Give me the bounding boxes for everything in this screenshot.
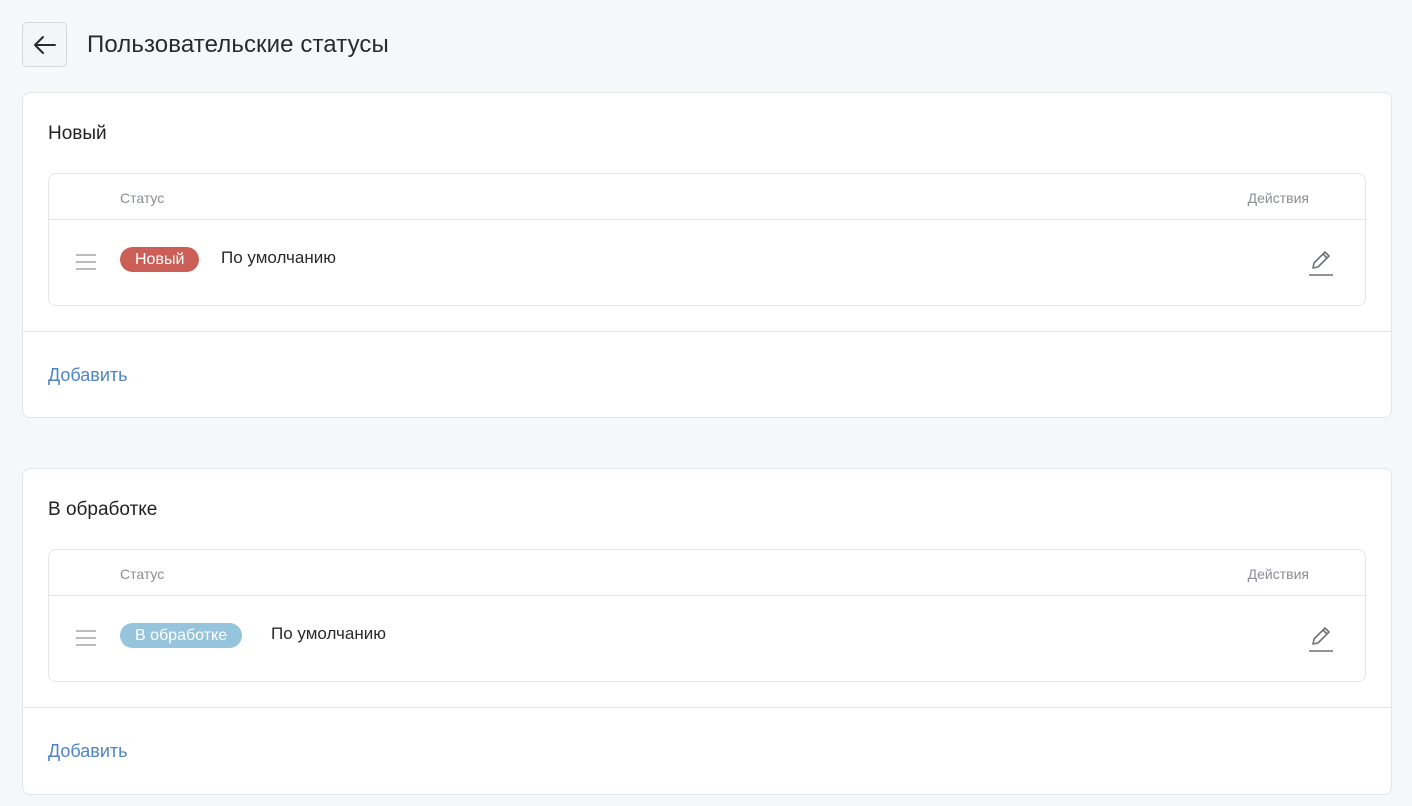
status-table: Статус Действия Новый По умолчанию [48,173,1366,306]
default-label: По умолчанию [271,624,386,643]
column-header-actions: Действия [1247,566,1309,582]
column-header-status: Статус [120,190,165,206]
default-label: По умолчанию [221,248,336,267]
page-header: Пользовательские статусы [22,22,389,67]
drag-handle-icon[interactable] [76,254,96,270]
status-group-new: Новый Статус Действия Новый По умолчанию… [22,92,1392,418]
table-header: Статус Действия [49,550,1365,596]
status-badge: В обработке [120,623,243,648]
group-title: Новый [48,123,107,144]
group-title: В обработке [48,499,158,520]
add-status-link[interactable]: Добавить [48,741,128,762]
arrow-left-icon [33,35,56,54]
status-table: Статус Действия В обработке По умолчанию [48,549,1366,682]
divider [23,331,1391,332]
table-row: В обработке По умолчанию [49,596,1365,682]
pencil-edit-icon[interactable] [1307,248,1335,278]
column-header-actions: Действия [1247,190,1309,206]
page-title: Пользовательские статусы [87,30,389,58]
status-badge: Новый [120,247,200,272]
pencil-edit-icon[interactable] [1307,624,1335,654]
table-row: Новый По умолчанию [49,220,1365,306]
drag-handle-icon[interactable] [76,630,96,646]
column-header-status: Статус [120,566,165,582]
status-group-processing: В обработке Статус Действия В обработке … [22,468,1392,795]
table-header: Статус Действия [49,174,1365,220]
back-button[interactable] [22,22,67,67]
divider [23,707,1391,708]
add-status-link[interactable]: Добавить [48,365,128,386]
